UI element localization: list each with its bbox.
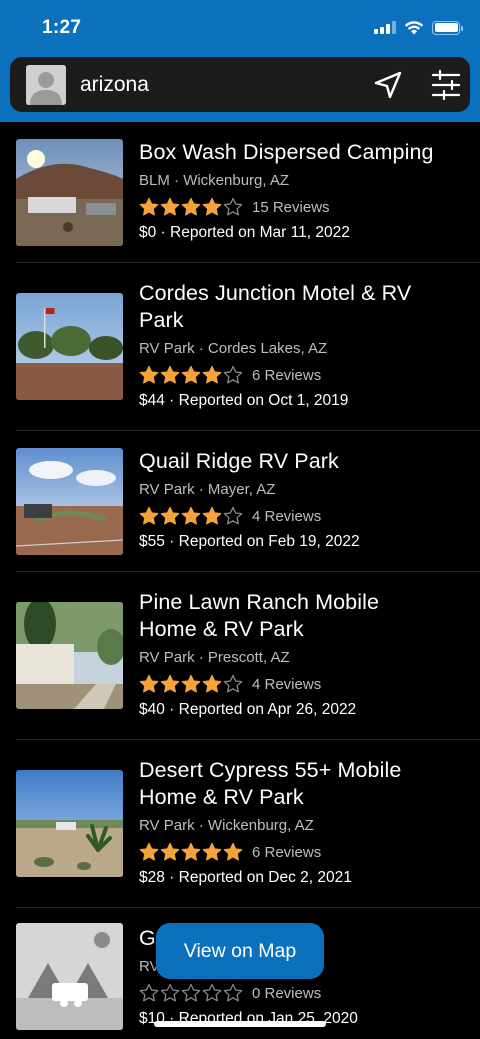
list-item[interactable]: Desert Cypress 55+ Mobile Home & RV Park… (0, 740, 480, 908)
star-rating (139, 674, 243, 694)
star-empty-icon (223, 674, 243, 693)
star-empty-icon (202, 983, 222, 1002)
star-filled-icon (160, 506, 180, 525)
list-item[interactable]: Cordes Junction Motel & RV Park RV Park … (0, 263, 480, 431)
star-filled-icon (181, 197, 201, 216)
listing-name: Quail Ridge RV Park (139, 449, 339, 473)
wifi-icon (404, 21, 424, 35)
rating-row: 4 Reviews (139, 506, 469, 526)
listing-placeholder-photo (16, 923, 123, 1030)
star-filled-icon (139, 842, 159, 861)
list-item[interactable]: Quail Ridge RV Park RV Park · Mayer, AZ … (0, 431, 480, 572)
review-count: 6 Reviews (252, 366, 322, 384)
home-indicator (154, 1021, 326, 1027)
listing-type-location: RV Park · Prescott, AZ (139, 649, 290, 666)
star-rating (139, 506, 243, 526)
star-empty-icon (139, 983, 159, 1002)
star-filled-icon (160, 365, 180, 384)
avatar[interactable] (26, 65, 66, 105)
search-bar (10, 57, 470, 112)
listing-photo (16, 602, 123, 709)
star-filled-icon (139, 365, 159, 384)
listing-type-location: BLM · Wickenburg, AZ (139, 172, 290, 189)
star-filled-icon (139, 506, 159, 525)
cellular-signal-icon (374, 21, 396, 34)
listing-type-location: RV Park · Wickenburg, AZ (139, 817, 314, 834)
listing-price-reported: $55 · Reported on Feb 19, 2022 (139, 533, 360, 550)
review-count: 4 Reviews (252, 507, 322, 525)
star-filled-icon (181, 506, 201, 525)
star-filled-icon (202, 506, 222, 525)
star-empty-icon (160, 983, 180, 1002)
star-filled-icon (202, 842, 222, 861)
star-filled-icon (160, 842, 180, 861)
star-empty-icon (223, 365, 243, 384)
star-filled-icon (202, 674, 222, 693)
list-item[interactable]: Pine Lawn Ranch Mobile Home & RV Park RV… (0, 572, 480, 740)
rating-row: 0 Reviews (139, 983, 469, 1003)
listing-name: Desert Cypress 55+ Mobile Home & RV Park (139, 758, 402, 809)
star-filled-icon (181, 674, 201, 693)
listing-name: Box Wash Dispersed Camping (139, 140, 434, 164)
status-icons (374, 20, 463, 35)
rating-row: 6 Reviews (139, 365, 469, 385)
star-filled-icon (139, 674, 159, 693)
list-item[interactable]: Box Wash Dispersed Camping BLM · Wickenb… (0, 122, 480, 263)
filter-sliders-icon[interactable] (430, 69, 462, 101)
listing-name: Cordes Junction Motel & RV Park (139, 281, 412, 332)
listing-type-location: RV Park · Cordes Lakes, AZ (139, 340, 328, 357)
star-rating (139, 197, 243, 217)
listing-photo (16, 293, 123, 400)
star-rating (139, 842, 243, 862)
star-filled-icon (202, 365, 222, 384)
listing-photo (16, 770, 123, 877)
star-filled-icon (181, 365, 201, 384)
star-filled-icon (160, 197, 180, 216)
review-count: 15 Reviews (252, 198, 330, 216)
star-empty-icon (181, 983, 201, 1002)
star-empty-icon (223, 197, 243, 216)
star-empty-icon (223, 983, 243, 1002)
listing-type-location: RV Park · Mayer, AZ (139, 481, 276, 498)
star-filled-icon (160, 674, 180, 693)
review-count: 6 Reviews (252, 843, 322, 861)
star-filled-icon (139, 197, 159, 216)
listing-price-reported: $0 · Reported on Mar 11, 2022 (139, 224, 350, 241)
listing-photo (16, 139, 123, 246)
star-empty-icon (223, 506, 243, 525)
listing-price-reported: $44 · Reported on Oct 1, 2019 (139, 392, 349, 409)
status-time: 1:27 (42, 17, 82, 38)
star-rating (139, 983, 243, 1003)
review-count: 4 Reviews (252, 675, 322, 693)
listing-name: Pine Lawn Ranch Mobile Home & RV Park (139, 590, 380, 641)
listing-photo (16, 448, 123, 555)
view-on-map-button[interactable]: View on Map (156, 923, 324, 979)
star-filled-icon (223, 842, 243, 861)
listing-price-reported: $40 · Reported on Apr 26, 2022 (139, 701, 357, 718)
star-filled-icon (202, 197, 222, 216)
star-filled-icon (181, 842, 201, 861)
location-arrow-icon[interactable] (372, 69, 404, 101)
battery-icon (432, 20, 463, 35)
rating-row: 15 Reviews (139, 197, 469, 217)
listing-price-reported: $28 · Reported on Dec 2, 2021 (139, 869, 352, 886)
rating-row: 4 Reviews (139, 674, 469, 694)
top-header: 1:27 (0, 0, 480, 122)
status-bar: 1:27 (0, 0, 480, 56)
star-rating (139, 365, 243, 385)
rating-row: 6 Reviews (139, 842, 469, 862)
review-count: 0 Reviews (252, 984, 322, 1002)
search-input[interactable] (80, 71, 340, 99)
